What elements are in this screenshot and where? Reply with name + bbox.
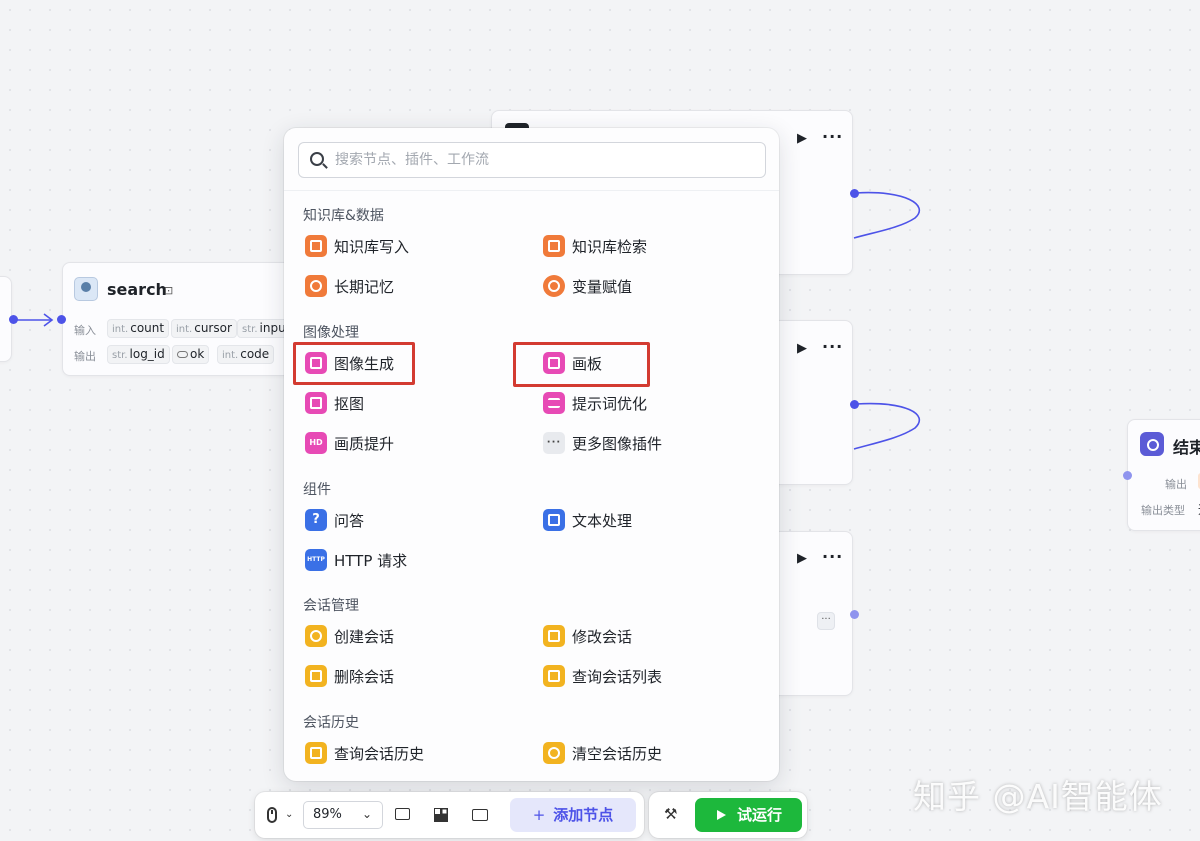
- edge-top-loop: [853, 191, 921, 239]
- node-top-more-icon[interactable]: ···: [822, 127, 843, 146]
- end-node-title: 结束: [1173, 438, 1200, 457]
- previous-node-output-port[interactable]: [9, 315, 18, 324]
- search-input-label: 输入: [74, 324, 96, 337]
- section-title-image-processing: 图像处理: [303, 325, 359, 341]
- cutout-icon: [305, 392, 327, 414]
- add-node-label: 添加节点: [553, 806, 614, 824]
- end-node-output-type-label: 输出类型: [1141, 504, 1185, 517]
- zoom-value: 89%: [313, 807, 342, 822]
- node-bot-more-icon[interactable]: ···: [822, 547, 843, 566]
- knowledge-write-icon: [305, 235, 327, 257]
- test-run-label: 试运行: [737, 806, 783, 824]
- edge-mid-loop: [853, 402, 921, 450]
- zoom-select[interactable]: 89% ⌄: [303, 801, 383, 829]
- plus-icon: +: [532, 806, 546, 824]
- add-node-panel: 知识库&数据 知识库写入 知识库检索 长期记忆 变量赋值 图像处理 图像生成 画…: [284, 128, 779, 781]
- highlight-image-generate: [293, 342, 415, 385]
- output-param-ok: ok: [172, 345, 210, 364]
- knowledge-search-icon: [543, 235, 565, 257]
- run-toolbar: ⚒ 试运行: [649, 792, 807, 838]
- item-edit-conversation[interactable]: 修改会话: [543, 621, 743, 651]
- section-title-knowledge-data: 知识库&数据: [303, 208, 384, 224]
- item-text-process[interactable]: 文本处理: [543, 505, 743, 535]
- end-node[interactable]: 结束 输出 输出类型 追: [1127, 419, 1200, 531]
- section-title-conversation-history: 会话历史: [303, 715, 359, 731]
- node-bot-output-port[interactable]: [850, 610, 859, 619]
- end-node-input-port[interactable]: [1123, 471, 1132, 480]
- item-qa[interactable]: ? 问答: [305, 505, 505, 535]
- end-node-output-label: 输出: [1165, 478, 1187, 491]
- item-create-conversation[interactable]: 创建会话: [305, 621, 505, 651]
- bot-icon: ⊡: [164, 284, 174, 297]
- item-knowledge-write[interactable]: 知识库写入: [305, 231, 505, 261]
- section-title-conversation-management: 会话管理: [303, 598, 359, 614]
- canvas-toolbar: ⌄ 89% ⌄ + 添加节点: [255, 792, 644, 838]
- wrench-icon[interactable]: ⚒: [664, 805, 682, 823]
- clear-history-icon: [543, 742, 565, 764]
- search-node[interactable]: search ⊡ 输入 int. count int. cursor str. inp…: [62, 262, 302, 376]
- node-search-input[interactable]: [335, 149, 755, 171]
- list-conversation-icon: [543, 665, 565, 687]
- item-clear-history[interactable]: 清空会话历史: [543, 738, 743, 768]
- item-http-request[interactable]: HTTP HTTP 请求: [305, 545, 505, 575]
- item-hd-enhance[interactable]: HD 画质提升: [305, 428, 505, 458]
- chevron-down-icon[interactable]: ⌄: [285, 809, 293, 820]
- query-history-icon: [305, 742, 327, 764]
- search-plugin-icon: [74, 277, 98, 301]
- item-delete-conversation[interactable]: 删除会话: [305, 661, 505, 691]
- item-more-image-plugins[interactable]: ··· 更多图像插件: [543, 428, 743, 458]
- input-param-cursor: int. cursor: [171, 319, 237, 338]
- delete-conversation-icon: [305, 665, 327, 687]
- end-node-icon: [1140, 432, 1164, 456]
- variable-assign-icon: [543, 275, 565, 297]
- section-title-components: 组件: [303, 482, 331, 498]
- watermark: 知乎 @AI智能体: [913, 777, 1163, 816]
- more-icon: ···: [543, 432, 565, 454]
- input-param-input: str. inpu: [237, 319, 291, 338]
- item-variable-assign[interactable]: 变量赋值: [543, 271, 743, 301]
- search-node-input-port[interactable]: [57, 315, 66, 324]
- http-icon: HTTP: [305, 549, 327, 571]
- test-run-button[interactable]: 试运行: [695, 798, 802, 832]
- play-icon: [717, 810, 726, 820]
- node-bot-inner-more-icon[interactable]: ···: [817, 612, 835, 630]
- node-mid-output-port[interactable]: [850, 400, 859, 409]
- prompt-optimize-icon: [543, 392, 565, 414]
- text-process-icon: [543, 509, 565, 531]
- input-param-count: int. count: [107, 319, 170, 338]
- minimap-icon[interactable]: [471, 806, 489, 824]
- zoom-chevron-down-icon: ⌄: [362, 807, 373, 821]
- node-search-box[interactable]: [298, 142, 766, 178]
- node-mid-more-icon[interactable]: ···: [822, 337, 843, 356]
- hd-enhance-icon: HD: [305, 432, 327, 454]
- mouse-mode-icon[interactable]: [267, 807, 277, 823]
- edit-conversation-icon: [543, 625, 565, 647]
- item-list-conversations[interactable]: 查询会话列表: [543, 661, 743, 691]
- output-param-code: int. code: [217, 345, 275, 364]
- qa-icon: ?: [305, 509, 327, 531]
- auto-layout-icon[interactable]: [432, 806, 450, 824]
- node-top-output-port[interactable]: [850, 189, 859, 198]
- search-icon: [310, 152, 324, 166]
- boolean-icon: [177, 351, 188, 358]
- long-term-memory-icon: [305, 275, 327, 297]
- item-cutout[interactable]: 抠图: [305, 388, 505, 418]
- item-query-history[interactable]: 查询会话历史: [305, 738, 505, 768]
- comment-icon[interactable]: [394, 806, 412, 824]
- item-prompt-optimize[interactable]: 提示词优化: [543, 388, 743, 418]
- panel-divider: [284, 190, 779, 191]
- search-node-title: search: [107, 280, 167, 299]
- node-mid-run-icon[interactable]: ▶: [797, 341, 807, 356]
- item-knowledge-search[interactable]: 知识库检索: [543, 231, 743, 261]
- create-conversation-icon: [305, 625, 327, 647]
- node-top-run-icon[interactable]: ▶: [797, 131, 807, 146]
- search-output-label: 输出: [74, 350, 96, 363]
- node-bot-run-icon[interactable]: ▶: [797, 551, 807, 566]
- item-long-term-memory[interactable]: 长期记忆: [305, 271, 505, 301]
- output-param-log-id: str. log_id: [107, 345, 170, 364]
- add-node-button[interactable]: + 添加节点: [510, 798, 636, 832]
- highlight-canvas-board: [513, 342, 650, 387]
